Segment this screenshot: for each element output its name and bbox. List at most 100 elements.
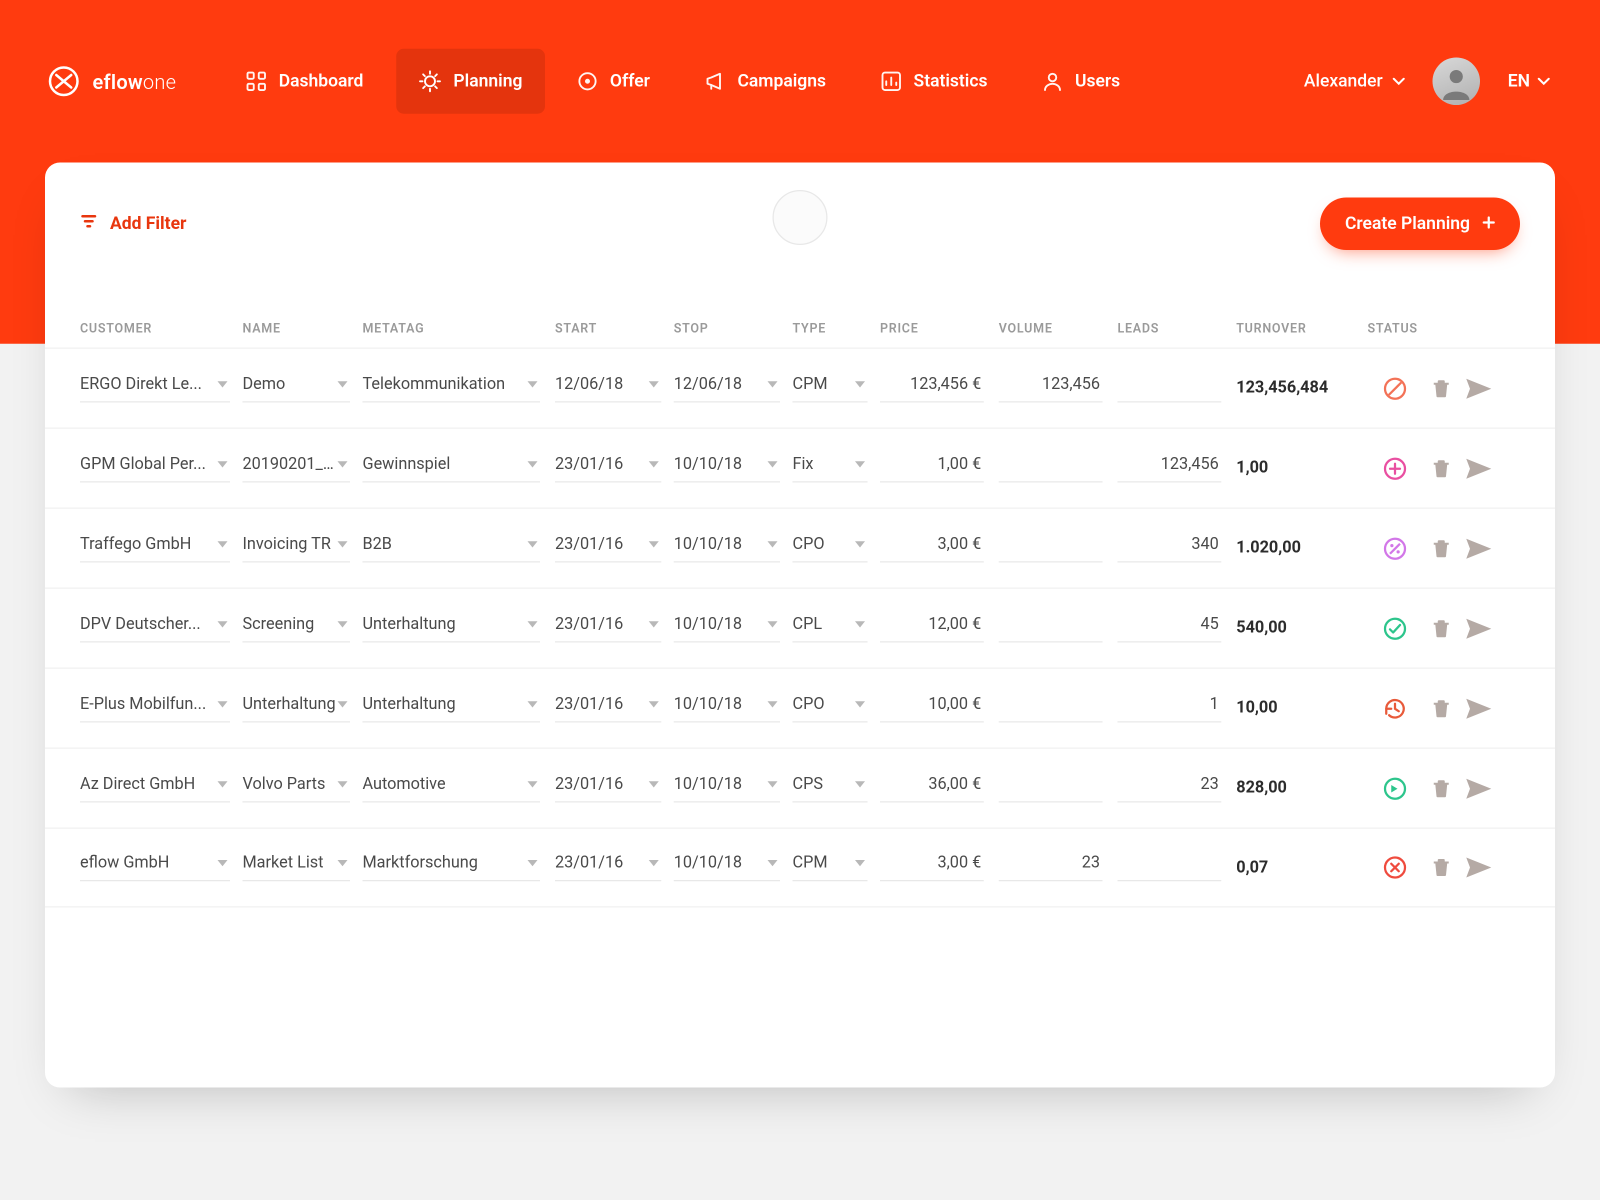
leads-input[interactable] — [1118, 374, 1222, 402]
send-icon[interactable] — [1465, 537, 1493, 560]
stop-select[interactable]: 12/06/18 — [674, 374, 780, 402]
send-icon[interactable] — [1465, 697, 1493, 720]
status-discount-icon[interactable] — [1381, 534, 1409, 562]
stop-select[interactable]: 10/10/18 — [674, 614, 780, 642]
customer-select[interactable]: GPM Global Per... — [80, 454, 230, 482]
name-select[interactable]: 20190201_t... — [243, 454, 351, 482]
price-input[interactable]: 36,00 € — [880, 774, 984, 802]
price-input[interactable]: 12,00 € — [880, 614, 984, 642]
turnover-value: 10,00 — [1236, 699, 1367, 718]
type-select[interactable]: CPS — [793, 774, 868, 802]
metatag-select[interactable]: Gewinnspiel — [363, 454, 541, 482]
price-input[interactable]: 1,00 € — [880, 454, 984, 482]
status-checked-icon[interactable] — [1381, 614, 1409, 642]
start-select[interactable]: 23/01/16 — [555, 454, 661, 482]
nav-item-statistics[interactable]: Statistics — [859, 49, 1010, 114]
stop-select[interactable]: 10/10/18 — [674, 774, 780, 802]
leads-input[interactable]: 45 — [1118, 614, 1222, 642]
status-history-icon[interactable] — [1381, 694, 1409, 722]
name-select[interactable]: Volvo Parts — [243, 774, 351, 802]
metatag-select[interactable]: Unterhaltung — [363, 694, 541, 722]
status-blocked-icon[interactable] — [1381, 374, 1409, 402]
trash-icon[interactable] — [1430, 697, 1453, 720]
table-row: eflow GmbH Market List Marktforschung 23/01… — [45, 828, 1555, 908]
customer-select[interactable]: eflow GmbH — [80, 854, 230, 882]
stop-select[interactable]: 10/10/18 — [674, 694, 780, 722]
leads-input[interactable]: 340 — [1118, 534, 1222, 562]
chevron-down-icon — [528, 781, 538, 787]
volume-input[interactable] — [999, 614, 1103, 642]
type-select[interactable]: CPO — [793, 694, 868, 722]
status-error-icon[interactable] — [1381, 854, 1409, 882]
metatag-select[interactable]: B2B — [363, 534, 541, 562]
start-select[interactable]: 12/06/18 — [555, 374, 661, 402]
start-select[interactable]: 23/01/16 — [555, 774, 661, 802]
type-select[interactable]: CPM — [793, 854, 868, 882]
volume-input[interactable] — [999, 454, 1103, 482]
name-select[interactable]: Invoicing TR — [243, 534, 351, 562]
chevron-down-icon — [338, 781, 348, 787]
leads-input[interactable]: 1 — [1118, 694, 1222, 722]
metatag-select[interactable]: Telekommunikation — [363, 374, 541, 402]
name-select[interactable]: Unterhaltung — [243, 694, 351, 722]
name-select[interactable]: Demo — [243, 374, 351, 402]
stop-select[interactable]: 10/10/18 — [674, 534, 780, 562]
brand-logo[interactable]: eflowone — [48, 65, 177, 98]
customer-select[interactable]: Az Direct GmbH — [80, 774, 230, 802]
volume-input[interactable]: 123,456 — [999, 374, 1103, 402]
type-select[interactable]: Fix — [793, 454, 868, 482]
start-select[interactable]: 23/01/16 — [555, 614, 661, 642]
volume-input[interactable]: 23 — [999, 854, 1103, 882]
send-icon[interactable] — [1465, 856, 1493, 879]
start-select[interactable]: 23/01/16 — [555, 694, 661, 722]
trash-icon[interactable] — [1430, 537, 1453, 560]
volume-input[interactable] — [999, 694, 1103, 722]
price-input[interactable]: 3,00 € — [880, 854, 984, 882]
volume-input[interactable] — [999, 534, 1103, 562]
nav-item-offer[interactable]: Offer — [555, 49, 673, 114]
nav-item-users[interactable]: Users — [1020, 49, 1143, 114]
start-select[interactable]: 23/01/16 — [555, 534, 661, 562]
send-icon[interactable] — [1465, 777, 1493, 800]
type-select[interactable]: CPM — [793, 374, 868, 402]
send-icon[interactable] — [1465, 617, 1493, 640]
customer-select[interactable]: Traffego GmbH — [80, 534, 230, 562]
nav-item-dashboard[interactable]: Dashboard — [224, 49, 386, 114]
start-select[interactable]: 23/01/16 — [555, 854, 661, 882]
status-add-icon[interactable] — [1381, 454, 1409, 482]
price-input[interactable]: 123,456 € — [880, 374, 984, 402]
language-switcher[interactable]: EN — [1508, 71, 1550, 91]
leads-input[interactable] — [1118, 854, 1222, 882]
trash-icon[interactable] — [1430, 377, 1453, 400]
add-filter-button[interactable]: Add Filter — [80, 213, 186, 236]
stop-select[interactable]: 10/10/18 — [674, 454, 780, 482]
leads-input[interactable]: 23 — [1118, 774, 1222, 802]
stop-select[interactable]: 10/10/18 — [674, 854, 780, 882]
avatar[interactable] — [1433, 58, 1481, 106]
user-menu[interactable]: Alexander — [1304, 71, 1405, 91]
customer-select[interactable]: ERGO Direkt Le... — [80, 374, 230, 402]
name-select[interactable]: Screening — [243, 614, 351, 642]
price-input[interactable]: 10,00 € — [880, 694, 984, 722]
trash-icon[interactable] — [1430, 856, 1453, 879]
leads-input[interactable]: 123,456 — [1118, 454, 1222, 482]
metatag-select[interactable]: Marktforschung — [363, 854, 541, 882]
customer-select[interactable]: E-Plus Mobilfun... — [80, 694, 230, 722]
nav-item-planning[interactable]: Planning — [396, 49, 545, 114]
send-icon[interactable] — [1465, 377, 1493, 400]
volume-input[interactable] — [999, 774, 1103, 802]
name-select[interactable]: Market List — [243, 854, 351, 882]
status-inprogress-icon[interactable] — [1381, 774, 1409, 802]
trash-icon[interactable] — [1430, 777, 1453, 800]
type-select[interactable]: CPL — [793, 614, 868, 642]
trash-icon[interactable] — [1430, 457, 1453, 480]
send-icon[interactable] — [1465, 457, 1493, 480]
customer-select[interactable]: DPV Deutscher... — [80, 614, 230, 642]
nav-item-campaigns[interactable]: Campaigns — [682, 49, 848, 114]
metatag-select[interactable]: Automotive — [363, 774, 541, 802]
create-planning-button[interactable]: Create Planning — [1320, 198, 1520, 251]
price-input[interactable]: 3,00 € — [880, 534, 984, 562]
type-select[interactable]: CPO — [793, 534, 868, 562]
trash-icon[interactable] — [1430, 617, 1453, 640]
metatag-select[interactable]: Unterhaltung — [363, 614, 541, 642]
